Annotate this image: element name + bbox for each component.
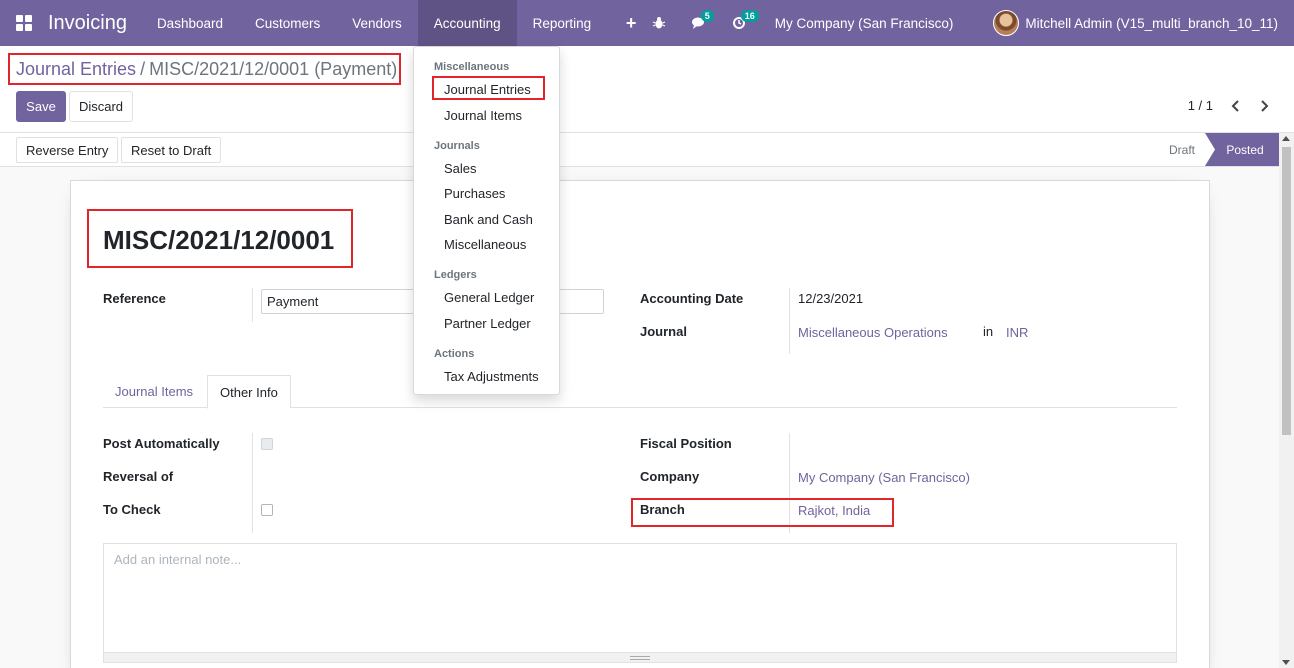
field-divider: [789, 288, 790, 354]
status-posted[interactable]: Posted: [1205, 133, 1279, 166]
fiscal-position-label: Fiscal Position: [640, 436, 732, 451]
dropdown-item-tax-adjustments[interactable]: Tax Adjustments: [444, 369, 539, 384]
chevron-left-icon[interactable]: [1226, 96, 1246, 116]
menu-customers[interactable]: Customers: [239, 0, 336, 46]
accounting-date-label: Accounting Date: [640, 291, 744, 306]
status-draft[interactable]: Draft: [1169, 133, 1195, 166]
dropdown-header-miscellaneous: Miscellaneous: [434, 61, 510, 73]
reverse-entry-button[interactable]: Reverse Entry: [16, 137, 119, 163]
activities-count-badge: 16: [740, 10, 759, 22]
control-panel: Journal Entries / MISC/2021/12/0001 (Pay…: [0, 46, 1294, 133]
reversal-of-label: Reversal of: [103, 469, 174, 484]
dropdown-item-partner-ledger[interactable]: Partner Ledger: [444, 316, 531, 331]
dropdown-item-miscellaneous[interactable]: Miscellaneous: [444, 237, 526, 252]
record-title: MISC/2021/12/0001: [103, 225, 335, 255]
scroll-thumb[interactable]: [1282, 147, 1291, 435]
apps-menu-icon[interactable]: [0, 0, 48, 46]
journal-label: Journal: [640, 324, 687, 339]
internal-note-editor[interactable]: Add an internal note...: [103, 543, 1177, 663]
dropdown-item-journal-entries[interactable]: Journal Entries: [444, 82, 531, 97]
journal-in-text: in: [983, 324, 994, 339]
dropdown-item-sales[interactable]: Sales: [444, 161, 477, 176]
to-check-label: To Check: [103, 502, 161, 517]
pager-value[interactable]: 1 / 1: [1188, 98, 1213, 113]
breadcrumb-separator: /: [140, 59, 146, 79]
accounting-date-value[interactable]: 12/23/2021: [798, 291, 863, 306]
note-placeholder: Add an internal note...: [114, 552, 242, 567]
post-automatically-label: Post Automatically: [103, 436, 220, 451]
breadcrumb: Journal Entries / MISC/2021/12/0001 (Pay…: [16, 59, 397, 80]
currency-link[interactable]: INR: [1006, 325, 1028, 340]
chevron-right-icon[interactable]: [1254, 96, 1274, 116]
menu-reporting[interactable]: Reporting: [517, 0, 608, 46]
field-divider: [252, 288, 253, 322]
reference-label: Reference: [103, 291, 166, 306]
dropdown-item-journal-items[interactable]: Journal Items: [444, 108, 522, 123]
field-divider: [789, 433, 790, 533]
menu-vendors[interactable]: Vendors: [336, 0, 418, 46]
accounting-dropdown-menu: Miscellaneous Journal Entries Journal It…: [413, 46, 560, 395]
company-link[interactable]: My Company (San Francisco): [798, 470, 970, 485]
tab-other-info[interactable]: Other Info: [207, 375, 291, 409]
breadcrumb-current: MISC/2021/12/0001 (Payment): [149, 59, 398, 79]
dropdown-item-purchases[interactable]: Purchases: [444, 186, 505, 201]
breadcrumb-journal-entries[interactable]: Journal Entries: [16, 59, 136, 80]
avatar: [993, 10, 1020, 36]
scroll-up-icon[interactable]: [1282, 136, 1290, 141]
to-check-checkbox[interactable]: [261, 504, 273, 516]
save-button[interactable]: Save: [16, 91, 66, 122]
bug-icon[interactable]: [639, 0, 679, 46]
app-title[interactable]: Invoicing: [48, 12, 127, 35]
messages-icon[interactable]: 5: [679, 0, 719, 46]
activities-icon[interactable]: 16: [719, 0, 759, 46]
scroll-down-icon[interactable]: [1282, 660, 1290, 665]
branch-label: Branch: [640, 502, 685, 517]
tab-journal-items[interactable]: Journal Items: [103, 375, 205, 408]
page-scrollbar[interactable]: [1279, 133, 1294, 668]
statusbar: Reverse Entry Reset to Draft Draft Poste…: [0, 133, 1279, 167]
menu-dashboard[interactable]: Dashboard: [141, 0, 239, 46]
company-label: Company: [640, 469, 700, 484]
user-name: Mitchell Admin (V15_multi_branch_10_11): [1025, 15, 1278, 31]
top-navbar: Invoicing Dashboard Customers Vendors Ac…: [0, 0, 1294, 46]
dropdown-header-journals: Journals: [434, 140, 480, 152]
company-switcher[interactable]: My Company (San Francisco): [759, 0, 970, 46]
dropdown-header-actions: Actions: [434, 348, 475, 360]
reset-to-draft-button[interactable]: Reset to Draft: [121, 137, 222, 163]
journal-link[interactable]: Miscellaneous Operations: [798, 325, 948, 340]
resize-handle-icon[interactable]: [104, 652, 1176, 662]
dropdown-item-general-ledger[interactable]: General Ledger: [444, 290, 534, 305]
messages-count-badge: 5: [700, 10, 714, 22]
branch-link[interactable]: Rajkot, India: [798, 503, 870, 518]
post-automatically-checkbox: [261, 438, 273, 450]
dropdown-item-bank-and-cash[interactable]: Bank and Cash: [444, 212, 533, 227]
discard-button[interactable]: Discard: [69, 91, 133, 122]
dropdown-header-ledgers: Ledgers: [434, 269, 477, 281]
menu-accounting[interactable]: Accounting: [417, 0, 517, 46]
user-menu[interactable]: Mitchell Admin (V15_multi_branch_10_11): [969, 0, 1294, 46]
field-divider: [252, 433, 253, 533]
